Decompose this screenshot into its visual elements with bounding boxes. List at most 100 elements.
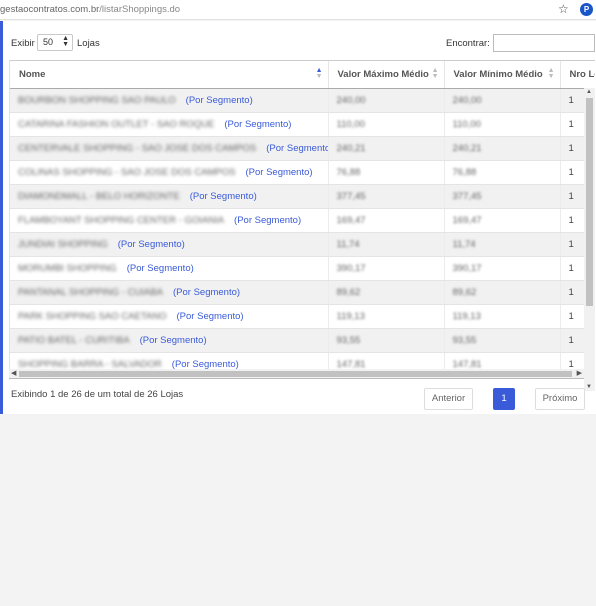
store-name: CENTERVALE SHOPPING - SAO JOSE DOS CAMPO…	[18, 143, 257, 154]
min-value: 240,21	[452, 143, 482, 154]
min-value-cell: 93,55	[443, 328, 560, 353]
table-row: CENTERVALE SHOPPING - SAO JOSE DOS CAMPO…	[10, 136, 595, 161]
por-segmento-link[interactable]: (Por Segmento)	[177, 311, 244, 322]
page-length-select[interactable]: 50 ▲ ▼	[37, 34, 73, 51]
min-value: 119,13	[452, 311, 481, 322]
select-arrows-icon: ▲ ▼	[62, 35, 69, 48]
min-value-cell: 11,74	[443, 232, 560, 257]
previous-page-button[interactable]: Anterior	[424, 388, 473, 410]
por-segmento-link[interactable]: (Por Segmento)	[190, 191, 257, 202]
length-label: Exibir	[11, 38, 35, 49]
por-segmento-link[interactable]: (Por Segmento)	[234, 215, 301, 226]
table-row: JUNDIAI SHOPPING (Por Segmento) 11,74 11,74…	[10, 232, 595, 257]
min-value: 11,74	[452, 239, 476, 250]
stores-table: Nome ▲ ▼ Valor Máximo Médio ▲ ▼ Valor Mínimo…	[10, 60, 595, 377]
por-segmento-link[interactable]: (Por Segmento)	[140, 335, 207, 346]
max-value-cell: 390,17	[327, 256, 444, 281]
por-segmento-link[interactable]: (Por Segmento)	[224, 119, 291, 130]
nro-lojas-value: 1	[568, 95, 574, 106]
column-header-nro-lojas[interactable]: Nro Lo	[559, 60, 595, 89]
store-name: PANTANAL SHOPPING - CUIABA	[18, 287, 163, 298]
table-row: COLINAS SHOPPING - SAO JOSE DOS CAMPOS (P…	[10, 160, 595, 185]
por-segmento-link[interactable]: (Por Segmento)	[266, 143, 328, 154]
store-name-cell: PARK SHOPPING SAO CAETANO (Por Segmento)	[10, 304, 328, 329]
min-value: 89,62	[452, 287, 477, 298]
url-path: /listarShoppings.do	[99, 4, 181, 15]
horizontal-scrollbar[interactable]: ◀ ▶	[9, 369, 584, 379]
max-value: 377,45	[336, 191, 366, 202]
table-row: BOURBON SHOPPING SAO PAULO (Por Segmento)…	[10, 88, 595, 113]
nro-lojas-value: 1	[568, 167, 574, 178]
scroll-right-icon[interactable]: ▶	[577, 369, 582, 377]
max-value: 240,00	[336, 95, 366, 106]
max-value-cell: 76,88	[327, 160, 444, 185]
min-value-cell: 240,00	[443, 88, 560, 113]
max-value-cell: 11,74	[327, 232, 444, 257]
nro-lojas-value: 1	[568, 263, 574, 274]
nro-lojas-value: 1	[568, 335, 574, 346]
max-value: 119,13	[336, 311, 365, 322]
max-value: 89,62	[336, 287, 361, 298]
scroll-down-icon[interactable]: ▼	[586, 384, 592, 390]
sort-icon: ▲ ▼	[547, 67, 555, 80]
store-name: FLAMBOYANT SHOPPING CENTER - GOIANIA	[18, 215, 225, 226]
store-name: COLINAS SHOPPING - SAO JOSE DOS CAMPOS	[18, 167, 236, 178]
min-value-cell: 240,21	[443, 136, 560, 161]
max-value-cell: 89,62	[327, 280, 444, 305]
next-page-button[interactable]: Próximo	[535, 388, 585, 410]
store-name-cell: BOURBON SHOPPING SAO PAULO (Por Segmento)	[10, 88, 328, 113]
max-value-cell: 240,21	[327, 136, 444, 161]
max-value: 76,88	[336, 167, 361, 178]
nro-lojas-value: 1	[568, 215, 574, 226]
url-host: gestaocontratos.com.br	[0, 4, 100, 15]
max-value: 390,17	[336, 263, 366, 274]
table-row: CATARINA FASHION OUTLET - SAO ROQUE (Por …	[10, 112, 595, 137]
max-value: 11,74	[336, 239, 360, 250]
scroll-left-icon[interactable]: ◀	[11, 369, 16, 377]
max-value: 93,55	[336, 335, 361, 346]
min-value: 110,00	[452, 119, 481, 130]
table-row: MORUMBI SHOPPING (Por Segmento) 390,17 390,…	[10, 256, 595, 281]
profile-avatar[interactable]: P	[580, 3, 593, 16]
min-value: 169,47	[452, 215, 482, 226]
column-header-label: Valor Máximo Médio	[337, 69, 429, 80]
search-input[interactable]	[493, 34, 595, 52]
max-value-cell: 93,55	[327, 328, 444, 353]
store-name-cell: DIAMONDMALL - BELO HORIZONTE (Por Segment…	[10, 184, 328, 209]
store-name: CATARINA FASHION OUTLET - SAO ROQUE	[18, 119, 215, 130]
address-bar[interactable]: gestaocontratos.com.br/listarShoppings.d…	[0, 4, 180, 15]
search-label: Encontrar:	[446, 38, 490, 49]
page-1-button[interactable]: 1	[493, 388, 515, 410]
table-row: PARK SHOPPING SAO CAETANO (Por Segmento) 1…	[10, 304, 595, 329]
column-header-valor-minimo[interactable]: Valor Mínimo Médio ▲ ▼	[443, 60, 560, 89]
length-suffix: Lojas	[77, 38, 100, 49]
store-name: PATIO BATEL - CURITIBA	[18, 335, 130, 346]
por-segmento-link[interactable]: (Por Segmento)	[186, 95, 253, 106]
por-segmento-link[interactable]: (Por Segmento)	[127, 263, 194, 274]
min-value: 390,17	[452, 263, 482, 274]
min-value-cell: 119,13	[443, 304, 560, 329]
column-header-nome[interactable]: Nome ▲ ▼	[10, 60, 328, 89]
store-name-cell: COLINAS SHOPPING - SAO JOSE DOS CAMPOS (P…	[10, 160, 328, 185]
max-value-cell: 119,13	[327, 304, 444, 329]
bookmark-star-icon[interactable]: ☆	[558, 2, 569, 16]
vertical-scrollbar[interactable]: ▲ ▼	[584, 88, 595, 391]
vertical-scroll-thumb[interactable]	[586, 98, 593, 306]
por-segmento-link[interactable]: (Por Segmento)	[173, 287, 240, 298]
store-name: PARK SHOPPING SAO CAETANO	[18, 311, 167, 322]
max-value-cell: 240,00	[327, 88, 444, 113]
min-value: 76,88	[452, 167, 477, 178]
max-value-cell: 377,45	[327, 184, 444, 209]
min-value: 93,55	[452, 335, 477, 346]
nro-lojas-value: 1	[568, 191, 574, 202]
store-name-cell: PATIO BATEL - CURITIBA (Por Segmento)	[10, 328, 328, 353]
nro-lojas-value: 1	[568, 287, 574, 298]
column-header-valor-maximo[interactable]: Valor Máximo Médio ▲ ▼	[327, 60, 444, 89]
table-info: Exibindo 1 de 26 de um total de 26 Lojas	[11, 389, 184, 400]
store-name-cell: MORUMBI SHOPPING (Por Segmento)	[10, 256, 328, 281]
stores-table-body: BOURBON SHOPPING SAO PAULO (Por Segmento)…	[10, 88, 595, 377]
horizontal-scroll-thumb[interactable]	[19, 371, 572, 377]
por-segmento-link[interactable]: (Por Segmento)	[246, 167, 313, 178]
scroll-up-icon[interactable]: ▲	[586, 89, 592, 95]
por-segmento-link[interactable]: (Por Segmento)	[118, 239, 185, 250]
